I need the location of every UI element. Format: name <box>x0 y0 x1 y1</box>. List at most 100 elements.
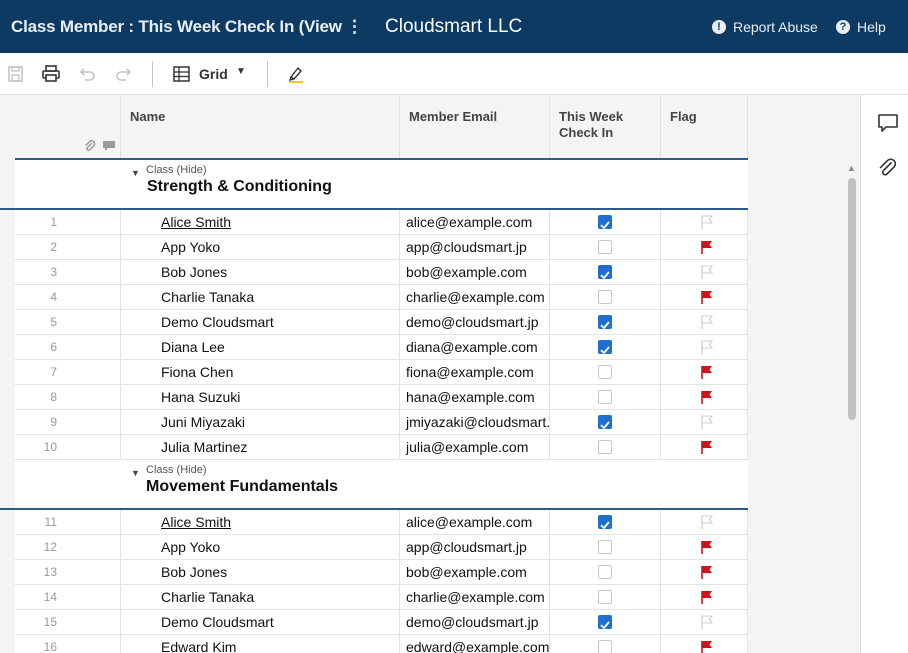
column-header-check-in[interactable]: This Week Check In <box>550 95 661 158</box>
scrollbar-thumb[interactable] <box>848 178 856 420</box>
check-in-cell[interactable] <box>550 635 661 653</box>
check-in-checkbox[interactable] <box>598 215 612 230</box>
flag-icon[interactable] <box>700 540 714 554</box>
table-row[interactable]: 13 Bob Jones bob@example.com <box>15 560 748 585</box>
name-cell[interactable]: Bob Jones <box>121 560 400 585</box>
flag-cell[interactable] <box>661 560 748 585</box>
email-cell[interactable]: edward@example.com <box>400 635 550 653</box>
redo-icon[interactable] <box>113 64 133 84</box>
flag-cell[interactable] <box>661 210 748 235</box>
table-row[interactable]: 8 Hana Suzuki hana@example.com <box>15 385 748 410</box>
name-cell[interactable]: Alice Smith <box>121 210 400 235</box>
flag-outline-icon[interactable] <box>700 340 714 354</box>
table-row[interactable]: 1 Alice Smith alice@example.com <box>15 210 748 235</box>
table-row[interactable]: 16 Edward Kim edward@example.com <box>15 635 748 653</box>
check-in-cell[interactable] <box>550 285 661 310</box>
check-in-checkbox[interactable] <box>598 390 612 404</box>
table-row[interactable]: 9 Juni Miyazaki jmiyazaki@cloudsmart. <box>15 410 748 435</box>
check-in-cell[interactable] <box>550 310 661 335</box>
check-in-cell[interactable] <box>550 435 661 460</box>
collapse-caret-icon[interactable]: ▼ <box>131 468 140 478</box>
check-in-cell[interactable] <box>550 260 661 285</box>
title-more-icon[interactable]: ⋮ <box>346 17 363 37</box>
name-cell[interactable]: Juni Miyazaki <box>121 410 400 435</box>
email-cell[interactable]: bob@example.com <box>400 560 550 585</box>
check-in-cell[interactable] <box>550 560 661 585</box>
flag-cell[interactable] <box>661 335 748 360</box>
table-row[interactable]: 6 Diana Lee diana@example.com <box>15 335 748 360</box>
check-in-cell[interactable] <box>550 535 661 560</box>
flag-cell[interactable] <box>661 385 748 410</box>
table-row[interactable]: 4 Charlie Tanaka charlie@example.com <box>15 285 748 310</box>
table-row[interactable]: 5 Demo Cloudsmart demo@cloudsmart.jp <box>15 310 748 335</box>
email-cell[interactable]: bob@example.com <box>400 260 550 285</box>
check-in-cell[interactable] <box>550 360 661 385</box>
column-header-email[interactable]: Member Email <box>400 95 550 158</box>
check-in-checkbox[interactable] <box>598 565 612 579</box>
check-in-checkbox[interactable] <box>598 340 612 355</box>
table-row[interactable]: 3 Bob Jones bob@example.com <box>15 260 748 285</box>
email-cell[interactable]: charlie@example.com <box>400 585 550 610</box>
check-in-checkbox[interactable] <box>598 265 612 280</box>
flag-icon[interactable] <box>700 365 714 379</box>
check-in-cell[interactable] <box>550 410 661 435</box>
email-cell[interactable]: demo@cloudsmart.jp <box>400 310 550 335</box>
check-in-cell[interactable] <box>550 235 661 260</box>
flag-cell[interactable] <box>661 535 748 560</box>
check-in-cell[interactable] <box>550 210 661 235</box>
highlight-icon[interactable] <box>286 64 306 84</box>
flag-outline-icon[interactable] <box>700 415 714 429</box>
table-row[interactable]: 10 Julia Martinez julia@example.com <box>15 435 748 460</box>
table-row[interactable]: 11 Alice Smith alice@example.com <box>15 510 748 535</box>
undo-icon[interactable] <box>78 64 98 84</box>
table-row[interactable]: 7 Fiona Chen fiona@example.com <box>15 360 748 385</box>
flag-outline-icon[interactable] <box>700 265 714 279</box>
name-cell[interactable]: Diana Lee <box>121 335 400 360</box>
email-cell[interactable]: diana@example.com <box>400 335 550 360</box>
email-cell[interactable]: alice@example.com <box>400 210 550 235</box>
name-cell[interactable]: Demo Cloudsmart <box>121 310 400 335</box>
flag-cell[interactable] <box>661 635 748 653</box>
email-cell[interactable]: fiona@example.com <box>400 360 550 385</box>
flag-cell[interactable] <box>661 410 748 435</box>
check-in-checkbox[interactable] <box>598 365 612 379</box>
table-row[interactable]: 12 App Yoko app@cloudsmart.jp <box>15 535 748 560</box>
check-in-checkbox[interactable] <box>598 515 612 530</box>
email-cell[interactable]: alice@example.com <box>400 510 550 535</box>
email-cell[interactable]: charlie@example.com <box>400 285 550 310</box>
check-in-checkbox[interactable] <box>598 440 612 454</box>
check-in-checkbox[interactable] <box>598 590 612 604</box>
flag-icon[interactable] <box>700 390 714 404</box>
flag-outline-icon[interactable] <box>700 315 714 329</box>
flag-cell[interactable] <box>661 435 748 460</box>
check-in-cell[interactable] <box>550 385 661 410</box>
flag-icon[interactable] <box>700 240 714 254</box>
help-link[interactable]: ? Help <box>836 19 886 35</box>
flag-cell[interactable] <box>661 360 748 385</box>
table-row[interactable]: 15 Demo Cloudsmart demo@cloudsmart.jp <box>15 610 748 635</box>
table-row[interactable]: 2 App Yoko app@cloudsmart.jp <box>15 235 748 260</box>
email-cell[interactable]: demo@cloudsmart.jp <box>400 610 550 635</box>
name-cell[interactable]: Bob Jones <box>121 260 400 285</box>
email-cell[interactable]: jmiyazaki@cloudsmart. <box>400 410 550 435</box>
check-in-checkbox[interactable] <box>598 315 612 330</box>
name-cell[interactable]: Fiona Chen <box>121 360 400 385</box>
email-cell[interactable]: app@cloudsmart.jp <box>400 535 550 560</box>
check-in-cell[interactable] <box>550 510 661 535</box>
email-cell[interactable]: julia@example.com <box>400 435 550 460</box>
name-cell[interactable]: Charlie Tanaka <box>121 585 400 610</box>
name-cell[interactable]: Alice Smith <box>121 510 400 535</box>
scroll-up-icon[interactable]: ▲ <box>847 163 856 173</box>
name-cell[interactable]: Demo Cloudsmart <box>121 610 400 635</box>
check-in-checkbox[interactable] <box>598 415 612 430</box>
flag-cell[interactable] <box>661 310 748 335</box>
flag-cell[interactable] <box>661 510 748 535</box>
save-icon[interactable] <box>6 64 26 84</box>
name-cell[interactable]: Julia Martinez <box>121 435 400 460</box>
flag-icon[interactable] <box>700 440 714 454</box>
name-cell[interactable]: App Yoko <box>121 535 400 560</box>
grid-icon[interactable] <box>172 64 192 84</box>
flag-cell[interactable] <box>661 610 748 635</box>
flag-outline-icon[interactable] <box>700 615 714 629</box>
check-in-checkbox[interactable] <box>598 290 612 304</box>
